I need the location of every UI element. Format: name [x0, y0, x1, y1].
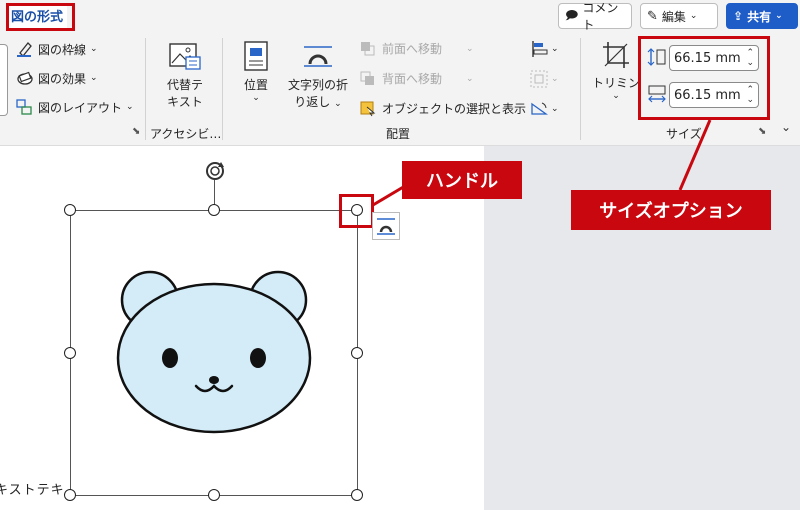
size-options-callout: サイズオプション [571, 190, 771, 230]
callout-connector-lines [372, 119, 712, 207]
handle-callout-label: ハンドル [426, 171, 498, 192]
handle-callout: ハンドル [402, 161, 522, 199]
size-options-callout-label: サイズオプション [599, 201, 743, 222]
